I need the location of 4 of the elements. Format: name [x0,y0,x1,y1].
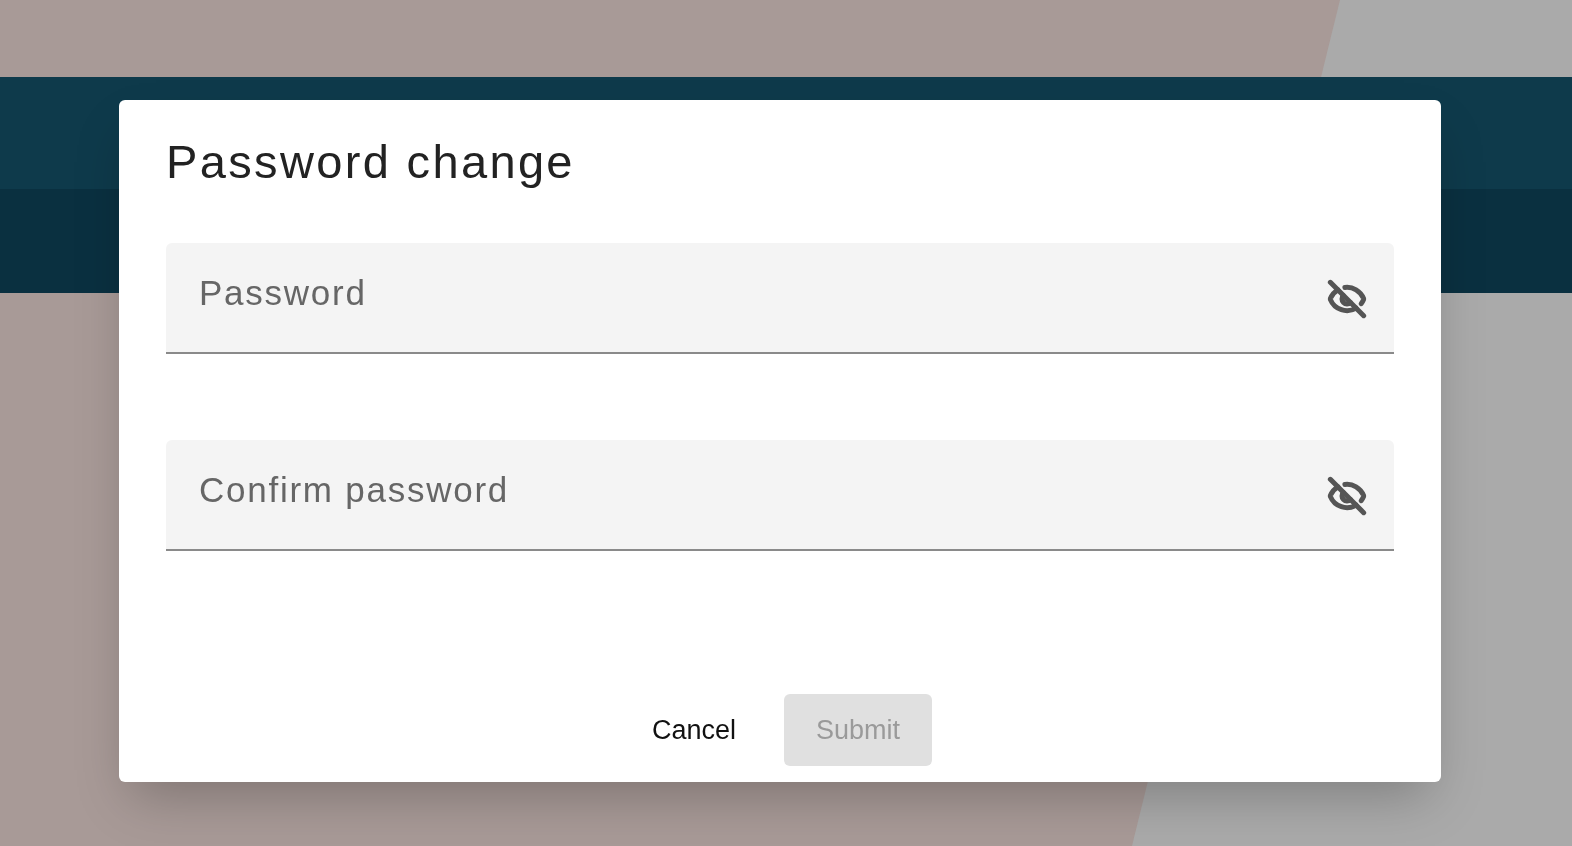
dialog-title: Password change [166,134,576,190]
password-field[interactable]: Confirm password [166,440,1394,551]
cancel-button[interactable]: Cancel [627,694,760,766]
password-field[interactable]: Password [166,243,1394,354]
